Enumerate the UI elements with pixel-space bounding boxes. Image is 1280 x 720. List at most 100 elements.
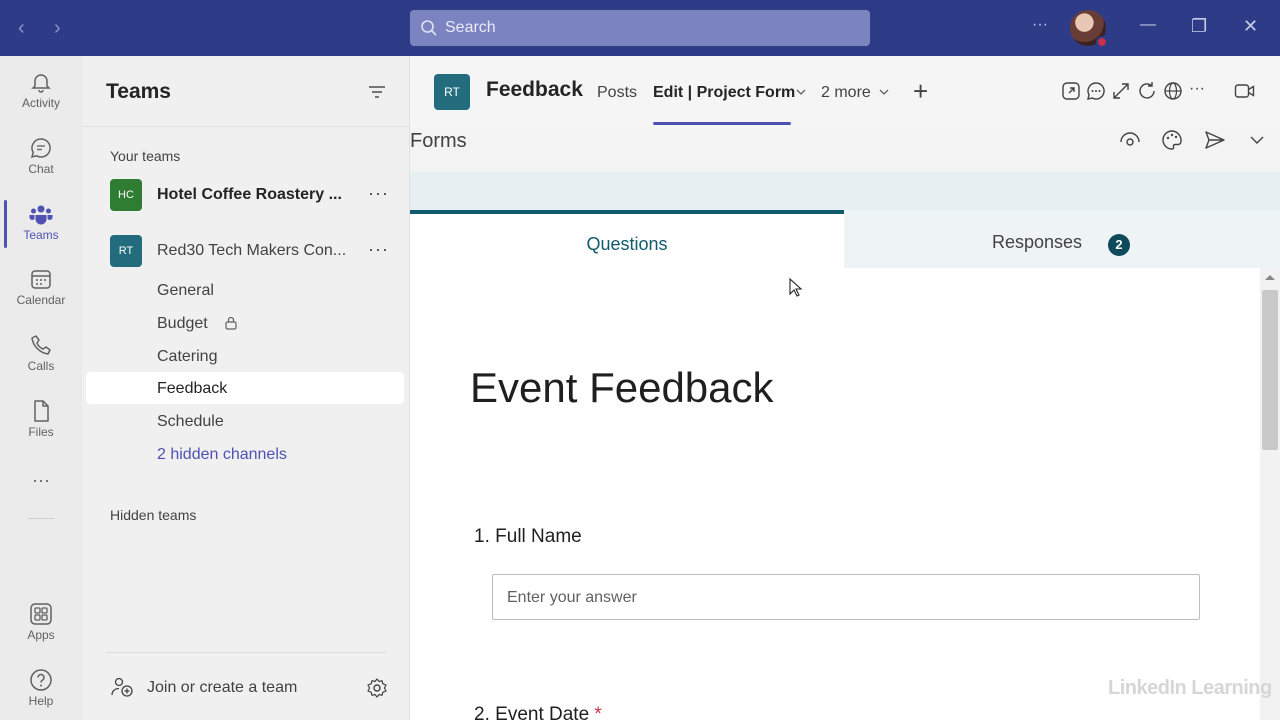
rail-teams[interactable]: Teams	[0, 192, 82, 256]
chevron-down-icon[interactable]	[879, 89, 889, 96]
calendar-icon	[31, 270, 51, 289]
form-canvas: Event Feedback 1. Full Name Enter your a…	[410, 268, 1260, 720]
team-avatar: RT	[110, 235, 142, 267]
responses-count-badge: 2	[1108, 234, 1130, 256]
search-placeholder: Search	[445, 19, 496, 36]
restore-button[interactable]: ❐	[1191, 16, 1207, 37]
join-create-team-button[interactable]: Join or create a team	[110, 674, 350, 702]
back-button[interactable]: ‹	[18, 16, 25, 40]
add-people-icon	[111, 677, 133, 697]
channel-header: RT Feedback Posts Edit | Project Form 2 …	[410, 56, 1280, 128]
question-label: Full Name	[495, 526, 582, 547]
more-options-button[interactable]: ···	[1032, 16, 1048, 34]
theme-palette-icon[interactable]	[1161, 129, 1183, 151]
form-tabs: Questions Responses 2	[410, 210, 1280, 268]
chevron-down-icon[interactable]	[796, 89, 806, 96]
question-number: 2.	[474, 704, 490, 720]
rail-calls[interactable]: Calls	[0, 323, 82, 387]
file-icon	[34, 400, 49, 422]
search-icon	[421, 20, 437, 36]
rail-label-chat: Chat	[28, 162, 54, 176]
rail-activity[interactable]: Activity	[0, 60, 82, 124]
rail-help[interactable]: Help	[0, 658, 82, 720]
rail-label-calls: Calls	[27, 359, 55, 373]
search-input[interactable]: Search	[410, 10, 870, 46]
form-header-band	[410, 172, 1280, 214]
conversation-icon[interactable]	[1085, 80, 1107, 102]
popout-icon[interactable]	[1060, 80, 1082, 102]
add-tab-button[interactable]: +	[913, 76, 928, 107]
panel-bottom-divider	[106, 652, 386, 653]
lock-icon	[225, 316, 237, 330]
hidden-teams-label[interactable]: Hidden teams	[110, 507, 196, 523]
active-tab-indicator	[653, 122, 791, 125]
team-avatar: HC	[110, 179, 142, 211]
more-apps-button[interactable]: ···	[32, 470, 50, 491]
channel-feedback[interactable]: Feedback	[86, 372, 404, 404]
channel-label: Feedback	[157, 380, 228, 397]
tab-questions[interactable]: Questions	[410, 210, 844, 268]
question-label: Event Date	[495, 704, 590, 720]
tab-posts[interactable]: Posts	[597, 84, 637, 102]
phone-icon	[31, 335, 51, 355]
join-create-label: Join or create a team	[147, 679, 298, 696]
apps-icon	[30, 603, 52, 625]
rail-apps[interactable]: Apps	[0, 592, 82, 656]
channel-budget[interactable]: Budget	[86, 307, 404, 339]
team-name: Red30 Tech Makers Con...	[157, 242, 347, 259]
tab-more[interactable]: 2 more	[821, 84, 871, 102]
minimize-button[interactable]: —	[1140, 16, 1156, 34]
channel-label: Schedule	[157, 413, 224, 430]
tab-questions-label: Questions	[586, 234, 668, 254]
rail-chat[interactable]: Chat	[0, 126, 82, 190]
scrollbar-thumb[interactable]	[1262, 290, 1278, 450]
send-icon[interactable]	[1204, 130, 1226, 150]
chevron-down-icon[interactable]	[1250, 136, 1264, 145]
header-more-button[interactable]: ···	[1189, 80, 1205, 98]
question-2[interactable]: 2. Event Date *	[474, 704, 602, 720]
hidden-channels-label: 2 hidden channels	[157, 446, 287, 463]
team-more-button[interactable]: ···	[368, 239, 389, 260]
channel-schedule[interactable]: Schedule	[86, 405, 404, 437]
forms-app-title: Forms	[410, 130, 467, 152]
teams-panel: Teams Your teams HC Hotel Coffee Roaster…	[82, 56, 410, 720]
panel-divider	[82, 126, 410, 127]
title-bar: ‹ › Search ··· — ❐ ✕	[0, 0, 1280, 56]
help-icon	[30, 669, 52, 691]
rail-label-files: Files	[28, 425, 54, 439]
rail-files[interactable]: Files	[0, 389, 82, 453]
channel-label: General	[157, 282, 214, 299]
expand-icon[interactable]	[1110, 80, 1132, 102]
mouse-cursor-icon	[789, 278, 803, 297]
user-avatar[interactable]	[1070, 10, 1108, 48]
hidden-channels-link[interactable]: 2 hidden channels	[86, 438, 404, 470]
preview-eye-icon[interactable]	[1119, 132, 1141, 148]
channel-label: Budget	[157, 315, 208, 332]
filter-icon[interactable]	[368, 84, 386, 100]
video-icon[interactable]	[1234, 82, 1256, 100]
tab-responses-label[interactable]: Responses	[992, 232, 1082, 253]
team-more-button[interactable]: ···	[368, 183, 389, 204]
forward-button[interactable]: ›	[54, 16, 61, 40]
gear-icon[interactable]	[366, 677, 388, 699]
panel-title: Teams	[106, 80, 171, 103]
team-red30[interactable]: RT Red30 Tech Makers Con... ···	[86, 229, 406, 273]
form-title[interactable]: Event Feedback	[470, 364, 774, 412]
refresh-icon[interactable]	[1136, 80, 1158, 102]
question-1[interactable]: 1. Full Name	[474, 526, 582, 548]
channel-team-avatar: RT	[434, 74, 470, 110]
channel-label: Catering	[157, 348, 218, 365]
close-button[interactable]: ✕	[1243, 16, 1258, 37]
tab-edit-project-form[interactable]: Edit | Project Form	[653, 84, 795, 102]
channel-catering[interactable]: Catering	[86, 340, 404, 372]
rail-calendar[interactable]: Calendar	[0, 257, 82, 321]
globe-icon[interactable]	[1162, 80, 1184, 102]
full-name-input[interactable]: Enter your answer	[492, 574, 1200, 620]
scroll-up-icon[interactable]	[1265, 274, 1275, 280]
rail-divider	[28, 518, 54, 519]
your-teams-label: Your teams	[110, 148, 181, 164]
channel-general[interactable]: General	[86, 274, 404, 306]
team-hotel-coffee[interactable]: HC Hotel Coffee Roastery ... ···	[86, 173, 406, 217]
rail-label-activity: Activity	[21, 96, 60, 110]
rail-label-apps: Apps	[27, 628, 55, 642]
